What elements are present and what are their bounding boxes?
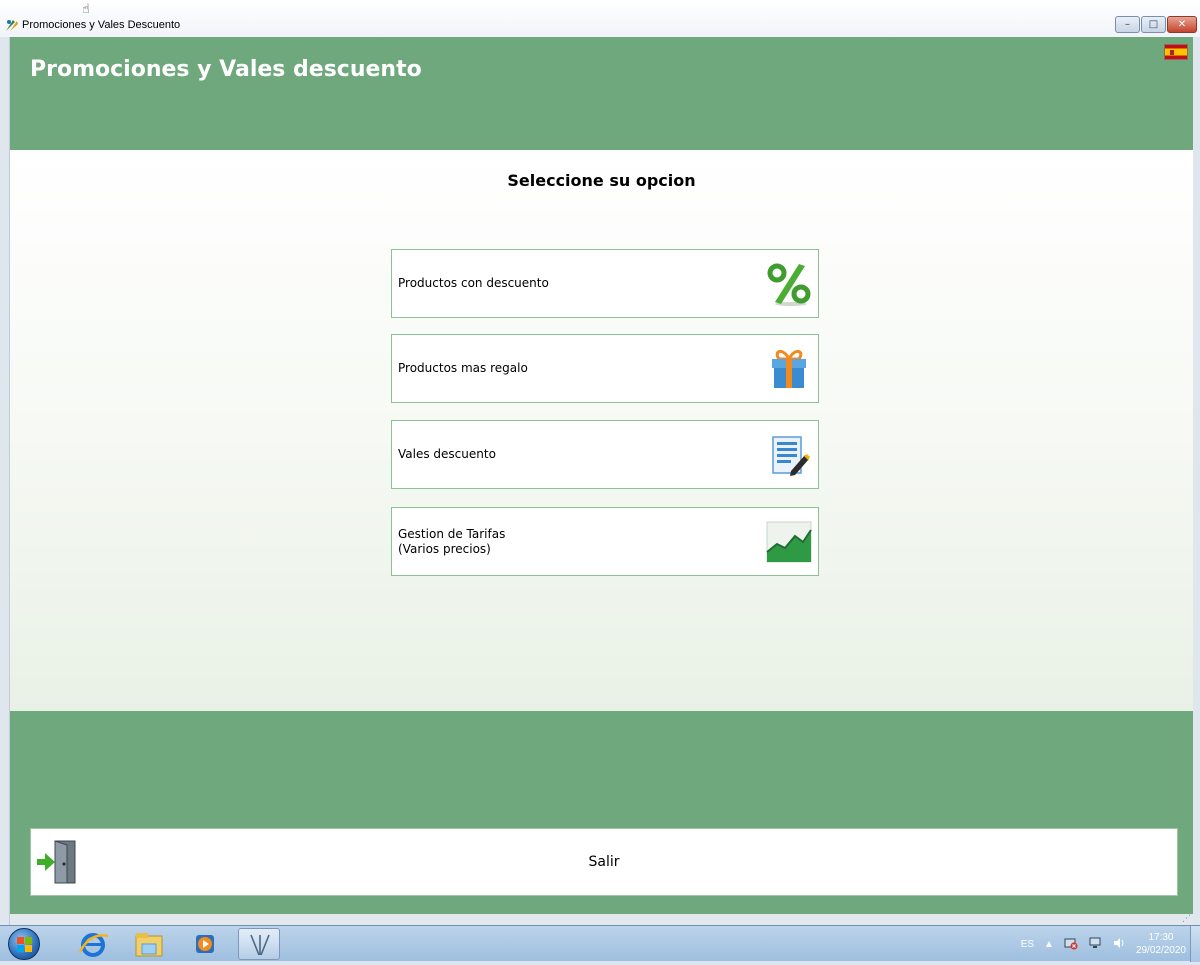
option-label: Productos mas regalo xyxy=(398,361,528,375)
minimize-icon: – xyxy=(1125,19,1130,30)
media-player-icon[interactable] xyxy=(184,928,226,960)
app-logo-icon xyxy=(6,20,18,31)
window-titlebar: Promociones y Vales Descuento ☝ – □ ✕ xyxy=(0,0,1200,38)
option-label-line-2: (Varios precios) xyxy=(398,541,491,556)
internet-explorer-icon[interactable] xyxy=(72,928,114,960)
window-frame-left xyxy=(0,37,10,925)
page-title: Promociones y Vales descuento xyxy=(30,57,422,82)
mouse-cursor-icon: ☝ xyxy=(82,2,90,17)
maximize-icon: □ xyxy=(1148,19,1159,30)
select-option-heading: Seleccione su opcion xyxy=(507,171,696,190)
spain-flag-icon[interactable] xyxy=(1164,44,1188,60)
clock-time: 17:30 xyxy=(1148,932,1174,943)
exit-button[interactable]: Salir xyxy=(30,828,1178,896)
exit-label: Salir xyxy=(588,854,620,870)
option-productos-descuento-button[interactable]: Productos con descuento xyxy=(391,249,819,318)
system-tray: ES ▲ 17:30 29/02/2020 xyxy=(1021,926,1186,962)
gift-icon xyxy=(772,350,806,388)
status-bar: ⋰ xyxy=(10,914,1193,925)
price-chart-icon xyxy=(766,521,812,563)
network-icon[interactable] xyxy=(1088,936,1102,953)
option-productos-regalo-button[interactable]: Productos mas regalo xyxy=(391,334,819,403)
network-warning-icon[interactable] xyxy=(1064,936,1078,953)
options-panel: Seleccione su opcion Productos con descu… xyxy=(10,150,1193,711)
option-vales-descuento-button[interactable]: Vales descuento xyxy=(391,420,819,489)
start-orb-icon[interactable] xyxy=(8,928,40,960)
voucher-edit-icon xyxy=(772,436,810,476)
promo-app-icon[interactable] xyxy=(238,928,280,960)
windows-taskbar: ES ▲ 17:30 29/02/2020 xyxy=(0,925,1200,962)
language-indicator[interactable]: ES xyxy=(1021,939,1034,950)
clock-date: 29/02/2020 xyxy=(1135,945,1186,956)
close-button[interactable]: ✕ xyxy=(1167,16,1197,33)
show-desktop-button[interactable] xyxy=(1190,926,1200,962)
footer-banner: Salir xyxy=(10,711,1193,925)
tray-expand-icon[interactable]: ▲ xyxy=(1044,939,1054,950)
option-label: Productos con descuento xyxy=(398,276,549,290)
window-title: Promociones y Vales Descuento xyxy=(22,19,181,31)
minimize-button[interactable]: – xyxy=(1115,16,1140,33)
resize-grip-icon[interactable]: ⋰ xyxy=(1182,914,1191,924)
option-label: Vales descuento xyxy=(398,447,496,461)
maximize-button[interactable]: □ xyxy=(1141,16,1166,33)
volume-icon[interactable] xyxy=(1112,936,1126,953)
option-label-line-1: Gestion de Tarifas xyxy=(398,526,506,541)
app-body: Promociones y Vales descuento Seleccione… xyxy=(10,37,1193,925)
window-frame-right xyxy=(1193,37,1200,925)
option-gestion-tarifas-button[interactable]: Gestion de Tarifas (Varios precios) xyxy=(391,507,819,576)
close-icon: ✕ xyxy=(1177,19,1187,30)
header-banner: Promociones y Vales descuento xyxy=(10,37,1193,150)
percent-icon xyxy=(767,263,811,306)
clock[interactable]: 17:30 29/02/2020 xyxy=(1136,931,1186,957)
file-explorer-icon[interactable] xyxy=(128,928,170,960)
